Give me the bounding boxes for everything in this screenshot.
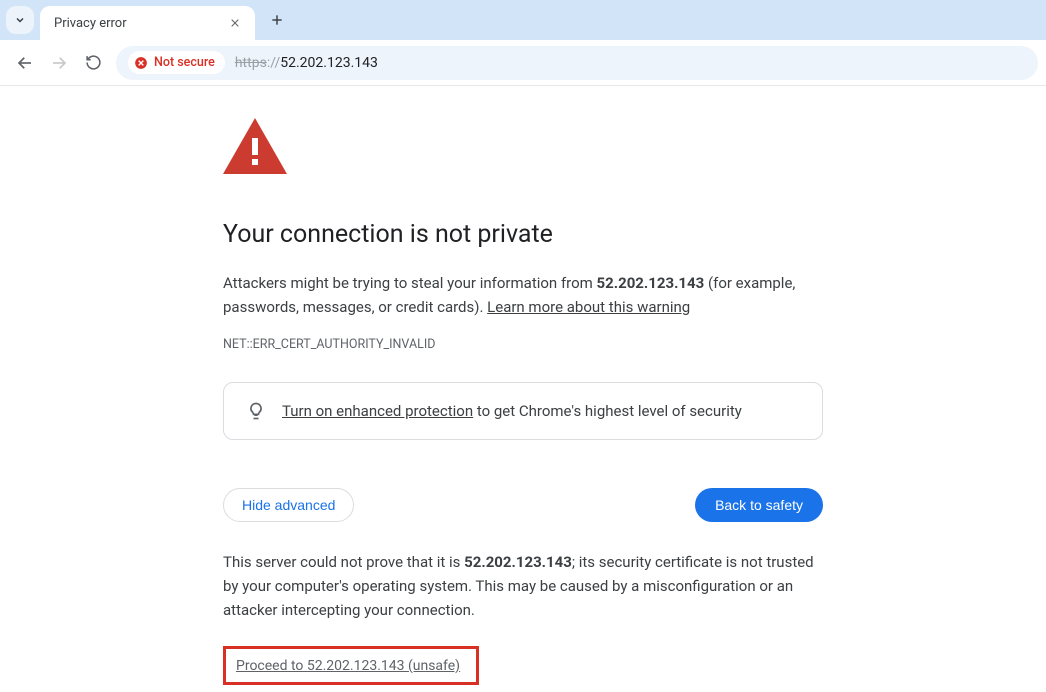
toolbar: Not secure https://52.202.123.143 [0,40,1046,86]
reload-button[interactable] [76,46,110,80]
back-to-safety-button[interactable]: Back to safety [695,488,823,522]
lightbulb-icon [246,401,266,421]
body-prefix: Attackers might be trying to steal your … [223,274,597,292]
page-headline: Your connection is not private [223,220,823,249]
security-chip-label: Not secure [154,55,215,70]
back-button[interactable] [8,46,42,80]
privacy-error-page: Your connection is not private Attackers… [223,86,823,685]
arrow-left-icon [16,54,34,72]
enhanced-protection-promo: Turn on enhanced protection to get Chrom… [223,382,823,440]
new-tab-button[interactable] [263,6,291,34]
tab-title: Privacy error [54,16,227,31]
tab-search-button[interactable] [6,6,34,34]
browser-tab[interactable]: Privacy error [40,6,255,40]
arrow-right-icon [50,54,68,72]
advanced-host: 52.202.123.143 [464,553,572,571]
learn-more-link[interactable]: Learn more about this warning [487,298,690,316]
not-secure-icon [134,56,148,70]
error-code: NET::ERR_CERT_AUTHORITY_INVALID [223,337,823,352]
proceed-unsafe-link[interactable]: Proceed to 52.202.123.143 (unsafe) [236,658,460,674]
advanced-prefix: This server could not prove that it is [223,553,464,571]
url-host: 52.202.123.143 [280,55,378,71]
proceed-highlight: Proceed to 52.202.123.143 (unsafe) [223,646,479,685]
hide-advanced-button[interactable]: Hide advanced [223,488,354,522]
address-bar[interactable]: Not secure https://52.202.123.143 [116,46,1038,80]
url-prefix: :// [267,55,280,71]
advanced-details: This server could not prove that it is 5… [223,550,823,622]
warning-triangle-icon [223,118,287,174]
button-row: Hide advanced Back to safety [223,488,823,522]
forward-button [42,46,76,80]
enhanced-protection-link[interactable]: Turn on enhanced protection [282,402,473,420]
tab-strip: Privacy error [0,0,1046,40]
promo-text: Turn on enhanced protection to get Chrom… [282,402,742,420]
promo-suffix: to get Chrome's highest level of securit… [473,402,742,420]
warning-body: Attackers might be trying to steal your … [223,271,823,319]
close-icon [230,18,240,28]
url-text: https://52.202.123.143 [235,55,378,71]
url-scheme: https [235,55,267,71]
plus-icon [270,13,284,27]
body-host: 52.202.123.143 [597,274,705,292]
reload-icon [85,54,102,71]
tab-close-button[interactable] [227,15,243,31]
chevron-down-icon [14,14,26,26]
security-chip[interactable]: Not secure [128,51,225,74]
